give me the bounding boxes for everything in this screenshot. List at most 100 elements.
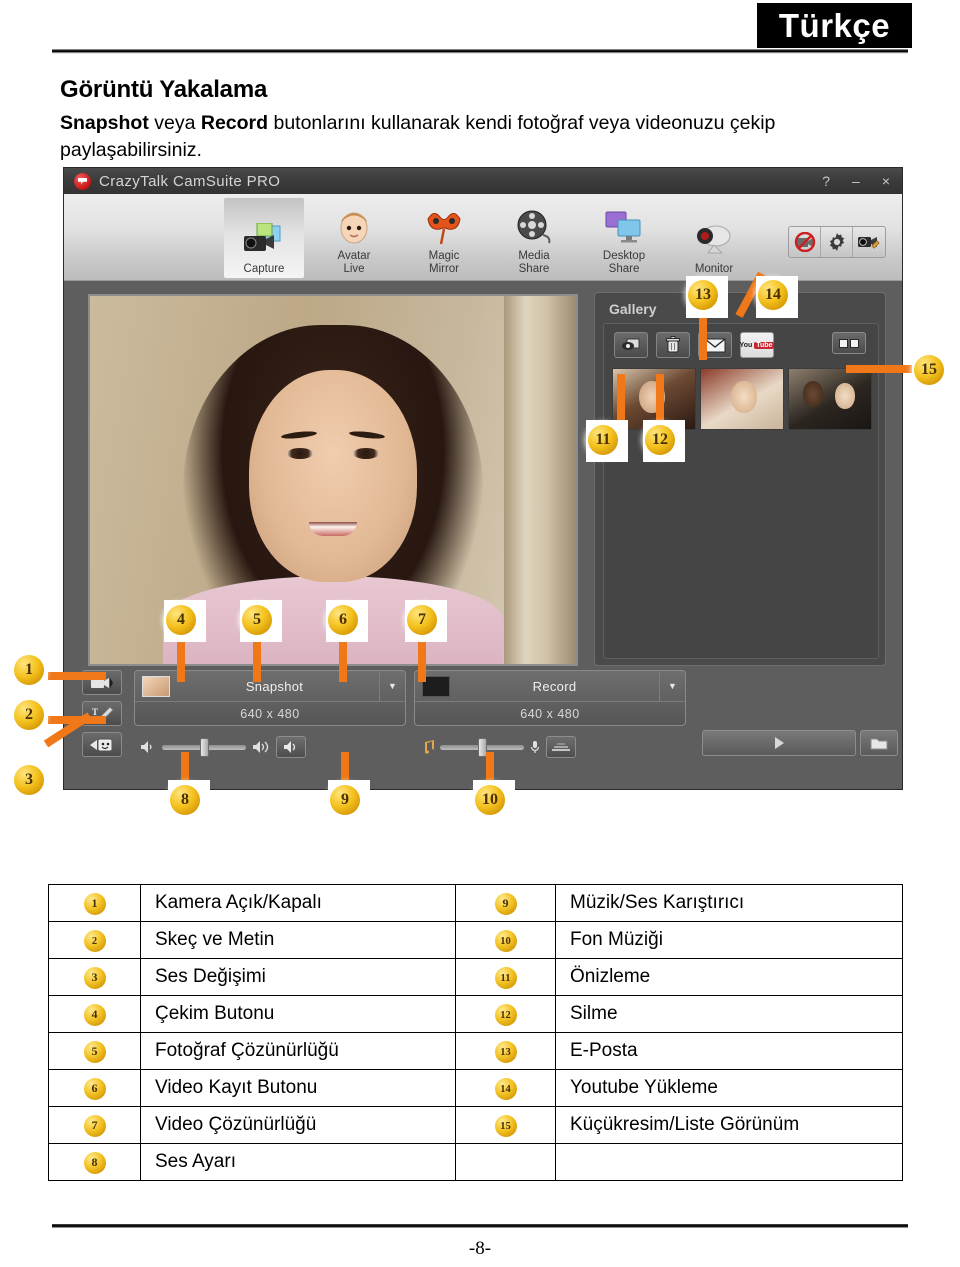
preview-brow-left [280, 429, 318, 440]
ribbon-item-monitor[interactable]: Monitor [674, 198, 754, 278]
trash-delete-icon[interactable] [656, 332, 690, 358]
preview-person-face [249, 369, 417, 582]
volume-slider[interactable] [162, 737, 246, 757]
legend-badge-cell: 14 [455, 1069, 556, 1107]
ribbon-item-media-share[interactable]: Media Share [494, 198, 574, 278]
legend-label-cell-empty [555, 1143, 903, 1181]
legend-label-cell: Önizleme [555, 958, 903, 996]
callout-badge-15: 15 [914, 355, 944, 385]
legend-label-cell: Fotoğraf Çözünürlüğü [140, 1032, 456, 1070]
language-badge: Türkçe [757, 3, 912, 48]
thumbnail-list-view-icon[interactable] [832, 332, 866, 354]
record-button[interactable]: Record ▼ [415, 671, 685, 702]
speaker-high-icon [253, 741, 269, 753]
youtube-you-text: You [739, 341, 753, 349]
legend-table: 1 Kamera Açık/Kapalı 9 Müzik/Ses Karıştı… [48, 884, 903, 1181]
legend-mini-badge: 15 [494, 1115, 517, 1138]
table-row: 7 Video Çözünürlüğü 15 Küçükresim/Liste … [48, 1106, 903, 1144]
gear-icon[interactable] [821, 227, 853, 257]
intro-bold-record: Record [200, 112, 269, 134]
camera-settings-icon[interactable] [853, 227, 885, 257]
ribbon-item-magic-mirror[interactable]: Magic Mirror [404, 198, 484, 278]
legend-badge-cell: 13 [455, 1032, 556, 1070]
legend-label-cell: Çekim Butonu [140, 995, 456, 1033]
camcorder-photo-icon [242, 217, 286, 263]
snapshot-chevron-down-icon[interactable]: ▼ [379, 671, 405, 701]
minimize-icon[interactable]: – [852, 174, 860, 188]
gallery-thumbnail[interactable] [700, 368, 784, 430]
callout-badge-10: 10 [475, 785, 505, 815]
gallery-thumbnail[interactable] [788, 368, 872, 430]
legend-label-cell: Fon Müziği [555, 921, 903, 959]
music-note-icon [425, 740, 434, 754]
leader-line-1 [48, 672, 106, 680]
table-row: 6 Video Kayıt Butonu 14 Youtube Yükleme [48, 1069, 903, 1107]
close-icon[interactable]: × [882, 174, 890, 188]
speaker-low-icon [141, 741, 152, 753]
ribbon-label-desktop-share: Desktop Share [602, 250, 646, 275]
legend-mini-badge: 8 [83, 1151, 106, 1174]
legend-badge-cell: 15 [455, 1106, 556, 1144]
playback-bar [702, 730, 898, 756]
youtube-upload-icon[interactable]: You Tube [739, 332, 775, 358]
callout-badge-7: 7 [407, 605, 437, 635]
legend-mini-badge: 4 [83, 1003, 106, 1026]
volume-slider-handle[interactable] [200, 737, 209, 757]
open-folder-button[interactable] [860, 730, 898, 756]
legend-mini-badge: 1 [83, 892, 106, 915]
callout-badge-1: 1 [14, 655, 44, 685]
preview-brow-right [348, 429, 386, 440]
ribbon-item-capture[interactable]: Capture [224, 198, 304, 278]
play-button[interactable] [702, 730, 856, 756]
gallery-title: Gallery [609, 301, 657, 317]
youtube-tube-text: Tube [754, 341, 775, 349]
gallery-toolbar: You Tube [614, 332, 775, 358]
monitor-screens-icon [604, 204, 644, 250]
no-video-icon[interactable] [789, 227, 821, 257]
legend-badge-cell: 9 [455, 884, 556, 922]
snapshot-button[interactable]: Snapshot ▼ [135, 671, 405, 702]
preview-icon[interactable] [614, 332, 648, 358]
music-slider[interactable] [440, 737, 524, 757]
legend-mini-badge: 6 [83, 1077, 106, 1100]
legend-mini-badge: 11 [494, 967, 517, 990]
intro-text-1: veya [148, 112, 201, 134]
ribbon-label-avatar-live: Avatar Live [337, 250, 371, 275]
film-reel-icon [515, 204, 553, 250]
legend-table-body: 1 Kamera Açık/Kapalı 9 Müzik/Ses Karıştı… [48, 884, 903, 1181]
legend-badge-cell-empty [455, 1143, 556, 1181]
ribbon-item-desktop-share[interactable]: Desktop Share [584, 198, 664, 278]
callout-badge-14: 14 [758, 280, 788, 310]
app-title-bar: CrazyTalk CamSuite PRO ? – × [64, 168, 902, 194]
preview-eye-right [353, 447, 379, 459]
legend-mini-badge: 3 [83, 966, 106, 989]
record-chevron-down-icon[interactable]: ▼ [659, 671, 685, 701]
table-row: 4 Çekim Butonu 12 Silme [48, 995, 903, 1033]
legend-label-cell: Müzik/Ses Karıştırıcı [555, 884, 903, 922]
legend-badge-cell: 6 [48, 1069, 141, 1107]
page-title: Görüntü Yakalama [60, 76, 268, 103]
mute-toggle-button[interactable] [276, 736, 306, 758]
legend-label-cell: Kamera Açık/Kapalı [140, 884, 456, 922]
legend-label-cell: Küçükresim/Liste Görünüm [555, 1106, 903, 1144]
table-row: 5 Fotoğraf Çözünürlüğü 13 E-Posta [48, 1032, 903, 1070]
legend-mini-badge: 10 [494, 930, 517, 953]
music-slider-row [420, 732, 576, 762]
legend-mini-badge: 13 [494, 1041, 517, 1064]
legend-mini-badge: 12 [494, 1004, 517, 1027]
leader-line-15 [846, 365, 912, 373]
app-tool-group [788, 226, 886, 258]
help-icon[interactable]: ? [822, 174, 830, 188]
legend-badge-cell: 1 [48, 884, 141, 922]
snapshot-resolution[interactable]: 640 x 480 [135, 702, 405, 725]
table-row: 3 Ses Değişimi 11 Önizleme [48, 958, 903, 996]
record-resolution[interactable]: 640 x 480 [415, 702, 685, 725]
legend-badge-cell: 2 [48, 921, 141, 959]
callout-badge-8: 8 [170, 785, 200, 815]
audio-mixer-button[interactable] [546, 736, 576, 758]
legend-badge-cell: 5 [48, 1032, 141, 1070]
legend-mini-badge: 7 [83, 1114, 106, 1137]
carnival-mask-icon [424, 204, 464, 250]
voice-change-icon[interactable] [82, 732, 122, 757]
ribbon-item-avatar-live[interactable]: Avatar Live [314, 198, 394, 278]
